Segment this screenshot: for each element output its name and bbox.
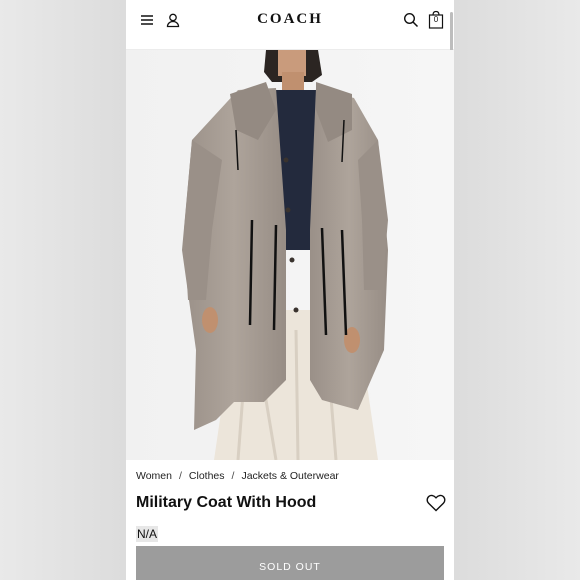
brand-logo[interactable]: COACH (230, 11, 350, 28)
site-header: COACH 0 (126, 0, 454, 322)
mobile-page: COACH 0 Women / Clothes / Jackets & Oute… (126, 0, 454, 580)
menu-icon[interactable] (138, 11, 156, 29)
breadcrumb-item[interactable]: Clothes (189, 470, 225, 482)
left-background (0, 0, 126, 580)
shopping-bag-icon[interactable]: 0 (427, 10, 445, 30)
breadcrumb: Women / Clothes / Jackets & Outerwear (136, 470, 339, 482)
bag-count: 0 (433, 15, 439, 24)
heart-outline-icon[interactable] (426, 494, 446, 512)
search-icon[interactable] (402, 11, 420, 29)
right-background (454, 0, 580, 580)
sold-out-button[interactable]: SOLD OUT (136, 546, 444, 580)
product-title: Military Coat With Hood (136, 494, 317, 511)
breadcrumb-item[interactable]: Women (136, 470, 172, 482)
breadcrumb-item[interactable]: Jackets & Outerwear (241, 470, 338, 482)
account-icon[interactable] (164, 11, 182, 29)
breadcrumb-separator: / (231, 470, 235, 482)
product-price: N/A (136, 526, 159, 542)
breadcrumb-separator: / (179, 470, 182, 482)
product-image[interactable] (126, 50, 454, 460)
